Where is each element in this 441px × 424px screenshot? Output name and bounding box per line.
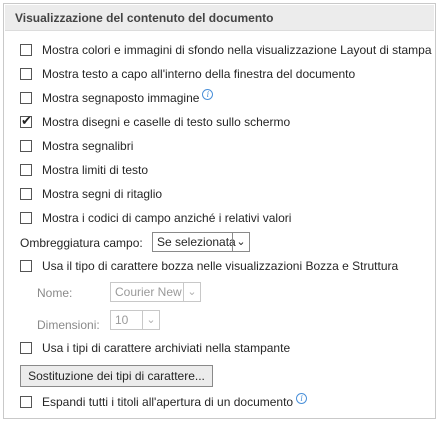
checkbox[interactable]	[20, 140, 32, 152]
option-picture-placeholders[interactable]: Mostra segnaposto immagine i	[4, 89, 434, 108]
font-size-value: 10	[115, 313, 129, 327]
checkbox-checked[interactable]: ✔	[20, 113, 32, 128]
chevron-down-icon[interactable]: ⌄	[183, 283, 200, 301]
checkbox-label: Mostra testo a capo all'interno della fi…	[42, 67, 356, 81]
checkbox-label: Mostra colori e immagini di sfondo nella…	[42, 43, 432, 57]
checkbox-label: Usa i tipi di carattere archiviati nella…	[42, 341, 291, 355]
checkmark-icon: ✔	[21, 113, 32, 128]
checkbox[interactable]	[20, 260, 32, 272]
checkbox-label: Mostra limiti di testo	[42, 163, 149, 177]
option-bookmarks[interactable]: Mostra segnalibri	[4, 138, 434, 156]
checkbox-label: Espandi tutti i titoli all'apertura di u…	[42, 395, 294, 409]
checkbox-label: Mostra segnalibri	[42, 139, 134, 153]
option-crop-marks[interactable]: Mostra segni di ritaglio	[4, 186, 434, 204]
section-header: Visualizzazione del contenuto del docume…	[5, 5, 434, 31]
option-drawings-textboxes[interactable]: ✔ Mostra disegni e caselle di testo sull…	[4, 113, 434, 132]
checkbox-label: Mostra i codici di campo anziché i relat…	[42, 211, 292, 225]
info-icon[interactable]: i	[296, 393, 308, 404]
font-substitution-button[interactable]: Sostituzione dei tipi di carattere...	[20, 365, 213, 387]
checkbox-label: Usa il tipo di carattere bozza nelle vis…	[42, 259, 399, 273]
checkbox[interactable]	[20, 44, 32, 56]
chevron-down-icon[interactable]: ⌄	[142, 311, 159, 329]
font-name-label: Nome:	[37, 286, 73, 300]
info-icon[interactable]: i	[202, 89, 214, 100]
checkbox[interactable]	[20, 396, 32, 408]
font-size-select[interactable]: 10 ⌄	[110, 310, 160, 330]
checkbox[interactable]	[20, 342, 32, 354]
checkbox-label: Mostra disegni e caselle di testo sullo …	[42, 115, 291, 129]
checkbox[interactable]	[20, 212, 32, 224]
font-size-label: Dimensioni:	[37, 318, 100, 332]
option-text-wrap[interactable]: Mostra testo a capo all'interno della fi…	[4, 66, 434, 84]
options-panel: Visualizzazione del contenuto del docume…	[3, 3, 436, 419]
field-shading-select[interactable]: Se selezionata ⌄	[152, 232, 250, 252]
checkbox[interactable]	[20, 68, 32, 80]
checkbox-label: Mostra segni di ritaglio	[42, 187, 163, 201]
checkbox[interactable]	[20, 164, 32, 176]
checkbox[interactable]	[20, 92, 32, 104]
option-expand-headings[interactable]: Espandi tutti i titoli all'apertura di u…	[4, 393, 434, 412]
section-title: Visualizzazione del contenuto del docume…	[15, 11, 274, 25]
option-text-boundaries[interactable]: Mostra limiti di testo	[4, 162, 434, 180]
option-show-background[interactable]: Mostra colori e immagini di sfondo nella…	[4, 42, 434, 60]
field-shading-label: Ombreggiatura campo:	[20, 236, 143, 250]
option-printer-fonts[interactable]: Usa i tipi di carattere archiviati nella…	[4, 340, 434, 358]
font-name-select[interactable]: Courier New ⌄	[110, 282, 201, 302]
checkbox[interactable]	[20, 188, 32, 200]
checkbox-label: Mostra segnaposto immagine	[42, 91, 200, 105]
font-name-value: Courier New	[115, 285, 182, 299]
chevron-down-icon[interactable]: ⌄	[232, 233, 249, 251]
field-shading-value: Se selezionata	[157, 235, 236, 249]
option-draft-font[interactable]: Usa il tipo di carattere bozza nelle vis…	[4, 258, 434, 276]
option-field-codes[interactable]: Mostra i codici di campo anziché i relat…	[4, 210, 434, 228]
